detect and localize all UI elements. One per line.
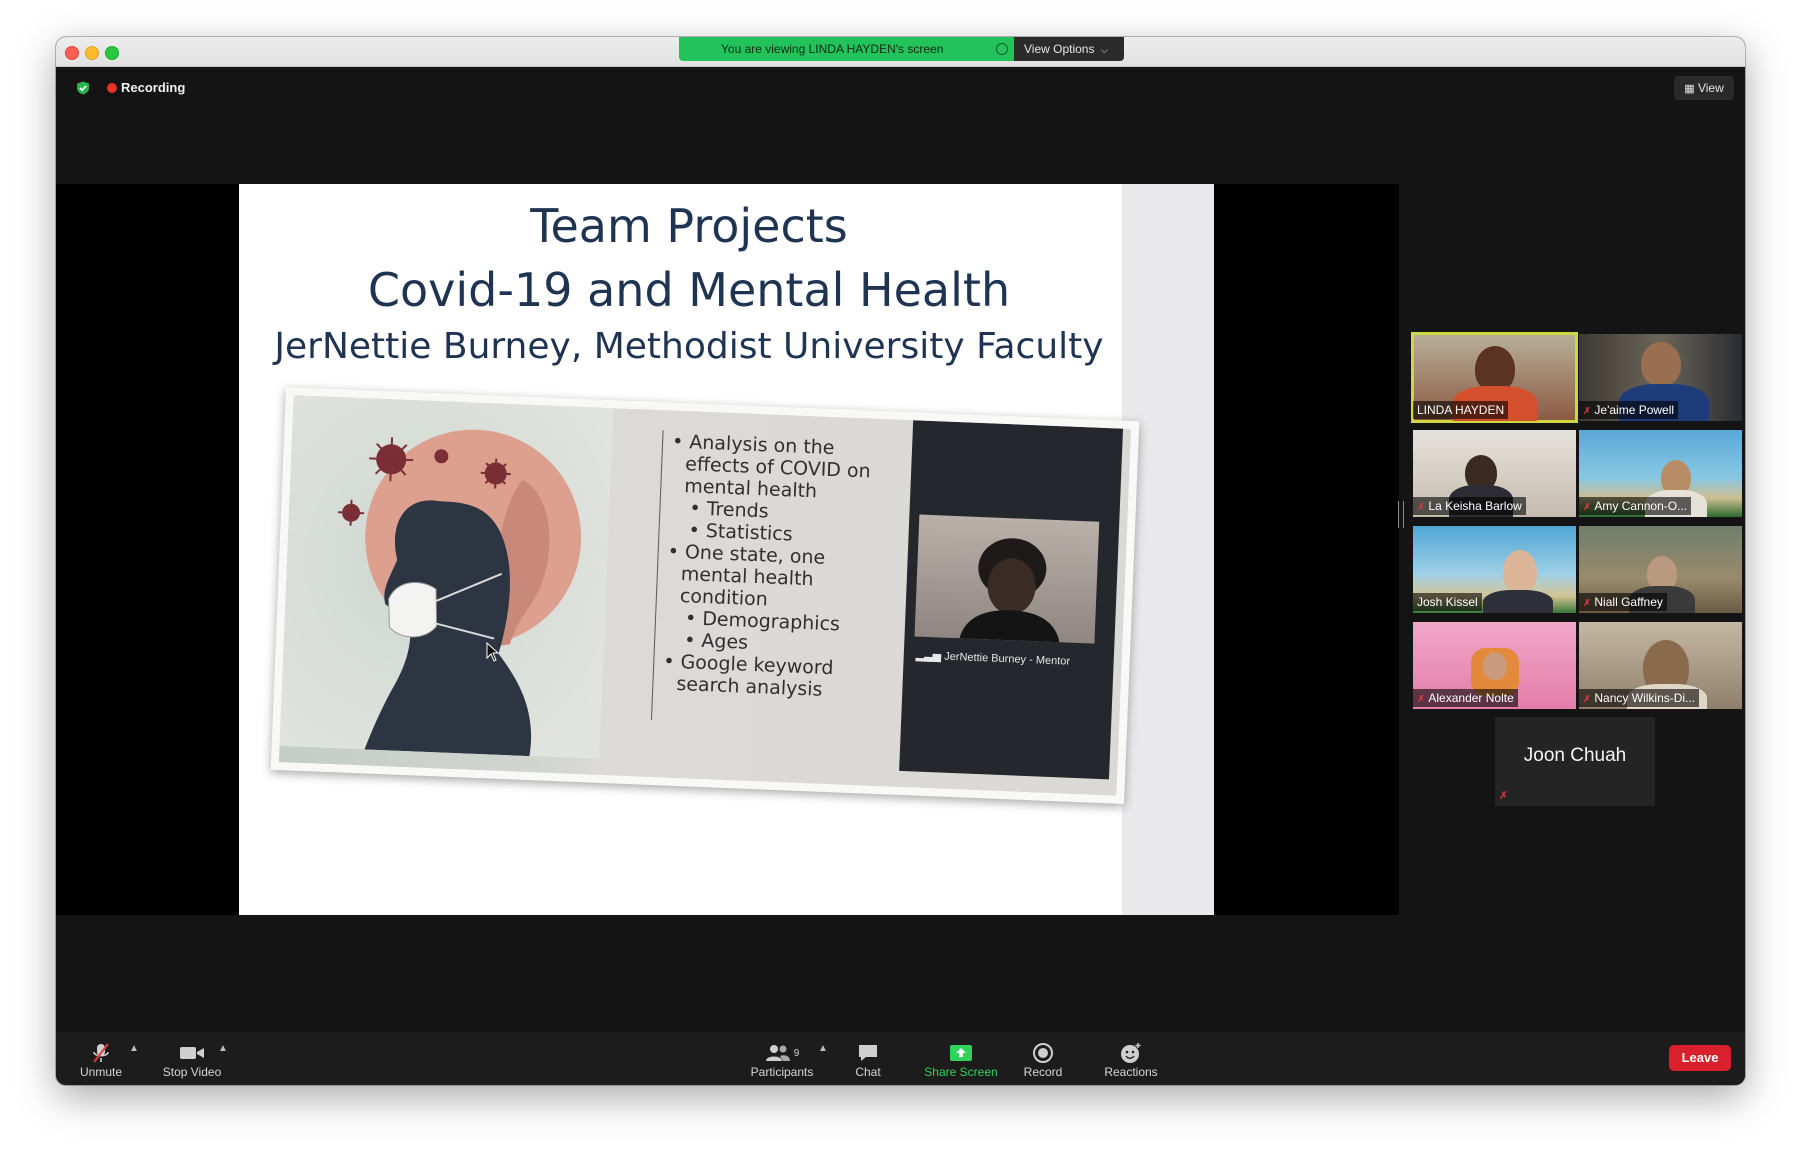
status-circle-icon [996,43,1008,55]
signal-bars-icon: ▂▃▅ [915,649,942,663]
record-icon [1033,1043,1053,1063]
view-button-label: View [1697,81,1724,95]
mic-muted-icon: ✗ [1499,790,1509,802]
recording-label[interactable]: Recording [121,80,185,95]
minimize-window-button[interactable] [85,46,99,60]
video-tile[interactable]: ✗ Niall Gaffney [1579,526,1742,613]
participant-face [1483,652,1507,680]
participant-name: Joon Chuah [1523,745,1627,766]
mic-muted-icon: ✗ [1583,598,1592,609]
tile-name-label: ✗ Amy Cannon-O... [1579,497,1692,515]
slide-bullets: • Analysis on the effects of COVID on me… [662,430,872,701]
title-bar: You are viewing LINDA HAYDEN's screen Vi… [56,37,1745,67]
video-tile[interactable]: ✗ Je'aime Powell [1579,334,1742,421]
view-button[interactable]: ▦ View [1674,76,1734,100]
video-tile[interactable]: ✗ Amy Cannon-O... [1579,430,1742,517]
view-options-button[interactable]: View Options ⌵ [1014,37,1124,61]
tile-name-label: Josh Kissel [1413,593,1482,611]
presentation-slide: Team Projects Covid-19 and Mental Health… [239,184,1214,915]
tile-name-label: ✗ Je'aime Powell [1579,401,1679,419]
bullet-item: Google keyword search analysis [675,651,834,701]
leave-meeting-button[interactable]: Leave [1669,1045,1731,1071]
video-tile[interactable]: ✗ Alexander Nolte [1413,622,1576,709]
view-options-label: View Options [1024,42,1095,56]
participants-button[interactable]: 9 Participants [746,1042,818,1079]
screen-share-status: You are viewing LINDA HAYDEN's screen [679,37,1014,61]
chat-label: Chat [855,1065,881,1079]
screen-share-banner: You are viewing LINDA HAYDEN's screen Vi… [679,37,1124,61]
participant-face [1641,342,1681,386]
share-screen-label: Share Screen [924,1065,998,1079]
video-camera-icon [180,1047,204,1059]
covid-mask-illustration [279,395,614,759]
mentor-avatar [959,538,1060,643]
reactions-label: Reactions [1104,1065,1158,1079]
tile-name-label: LINDA HAYDEN [1413,401,1509,419]
slide-title: Team Projects [530,199,848,253]
tile-name-label: ✗ Alexander Nolte [1413,689,1518,707]
slide-presenter-line: JerNettie Burney, Methodist University F… [274,326,1104,367]
mic-muted-icon: ✗ [1583,502,1592,513]
tile-name-label: ✗ Niall Gaffney [1579,593,1667,611]
chevron-down-icon: ⌵ [1100,45,1108,55]
participant-face [1503,550,1537,594]
participant-body [1483,590,1553,613]
mentor-video [914,514,1100,644]
mouse-cursor-icon [486,642,500,662]
reactions-button[interactable]: Reactions [1101,1042,1161,1079]
bullet-item: One state, one mental health condition [679,541,826,611]
tile-name-label: ✗ Nancy Wilkins-Di... [1579,689,1700,707]
screen-share-status-text: You are viewing LINDA HAYDEN's screen [721,42,944,56]
stop-video-label: Stop Video [162,1065,222,1079]
shield-check-icon[interactable] [76,81,90,95]
mic-muted-icon: ✗ [1583,694,1592,705]
mic-muted-icon: ✗ [1417,502,1426,513]
share-screen-icon [950,1045,972,1061]
participants-icon [765,1045,790,1061]
audio-options-caret-icon[interactable]: ▲ [129,1043,139,1054]
video-tile[interactable]: LINDA HAYDEN [1411,332,1578,423]
bullet-subitem: Trends [706,498,770,523]
shared-screen: Team Projects Covid-19 and Mental Health… [56,184,1399,915]
video-options-caret-icon[interactable]: ▲ [218,1043,228,1054]
meeting-toolbar: Unmute ▲ Stop Video ▲ 9 Participants ▲ C… [56,1032,1745,1085]
mentor-label: ▂▃▅ JerNettie Burney - Mentor [916,649,1071,668]
recording-dot-icon [107,83,117,93]
slide-subtitle: Covid-19 and Mental Health [367,263,1011,317]
video-tile[interactable]: ✗ La Keisha Barlow [1413,430,1576,517]
video-tile-no-video[interactable]: Joon Chuah ✗ [1495,717,1655,806]
bullet-item: Analysis on the effects of COVID on ment… [683,431,872,503]
chat-button[interactable]: Chat [846,1042,890,1079]
mentor-video-panel: ▂▃▅ JerNettie Burney - Mentor [899,420,1124,780]
participants-label: Participants [750,1065,814,1079]
grid-view-icon: ▦ [1684,83,1695,95]
close-window-button[interactable] [65,46,79,60]
participants-options-caret-icon[interactable]: ▲ [818,1043,828,1054]
microphone-muted-icon [93,1043,109,1063]
unmute-label: Unmute [79,1065,123,1079]
mic-muted-icon: ✗ [1417,694,1426,705]
maximize-window-button[interactable] [105,46,119,60]
record-button[interactable]: Record [1018,1042,1068,1079]
unmute-button[interactable]: Unmute [76,1042,126,1079]
mic-muted-icon: ✗ [1583,406,1592,417]
record-label: Record [1023,1065,1063,1079]
video-tile[interactable]: ✗ Nancy Wilkins-Di... [1579,622,1742,709]
mentor-name: JerNettie Burney - Mentor [943,650,1071,668]
zoom-window: You are viewing LINDA HAYDEN's screen Vi… [56,37,1745,1085]
video-tile[interactable]: Josh Kissel [1413,526,1576,613]
tile-name-label: ✗ La Keisha Barlow [1413,497,1526,515]
participant-count: 9 [793,1047,800,1059]
bullet-subitem: Ages [700,629,749,654]
share-screen-button[interactable]: Share Screen [922,1042,1000,1079]
panel-resize-handle[interactable] [1398,501,1404,528]
chat-bubble-icon [859,1045,877,1061]
reactions-smiley-icon [1121,1043,1141,1063]
stop-video-button[interactable]: Stop Video [157,1042,227,1079]
slide-photo: • Analysis on the effects of COVID on me… [270,387,1140,804]
